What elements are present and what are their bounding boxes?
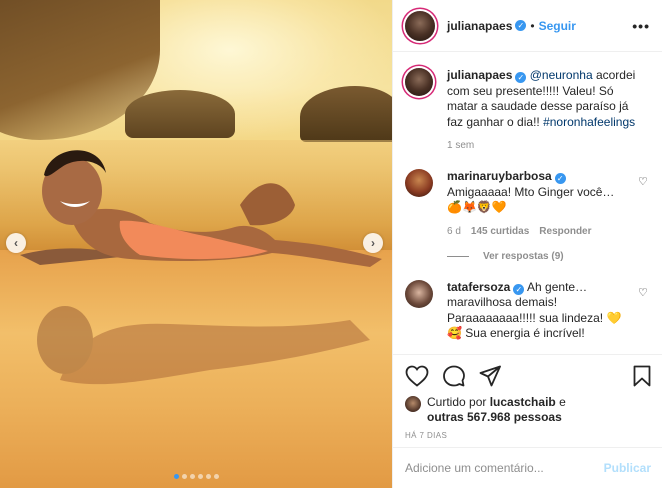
likes-prefix: Curtido por: [427, 395, 490, 409]
author-username[interactable]: julianapaes: [447, 19, 512, 33]
carousel-dot: [190, 474, 195, 479]
likes-summary: Curtido por lucastchaib e outras 567.968…: [405, 395, 651, 425]
post-header: julianapaes ✓ • Seguir •••: [393, 0, 662, 52]
liker-username[interactable]: lucastchaib: [490, 395, 556, 409]
likes-text: Curtido por lucastchaib e outras 567.968…: [427, 395, 566, 425]
woman-reflection: [37, 306, 370, 385]
carousel-dot: [206, 474, 211, 479]
woman-figure: [20, 150, 382, 267]
verified-badge-icon: ✓: [515, 72, 527, 83]
action-bar: [405, 363, 651, 389]
post-date[interactable]: HÁ 7 DIAS: [405, 431, 651, 440]
verified-badge-icon: ✓: [513, 283, 525, 295]
likes-middle: e: [555, 395, 566, 409]
header-separator: •: [530, 18, 535, 33]
carousel-dot: [182, 474, 187, 479]
bookmark-icon[interactable]: [633, 365, 651, 387]
share-send-icon[interactable]: [479, 365, 501, 387]
comment-text: tatafersoza ✓ Ah gente… maravilhosa demai…: [447, 280, 637, 342]
chevron-right-icon: ›: [371, 236, 375, 250]
replies-divider: [447, 255, 469, 257]
chevron-left-icon: ‹: [14, 236, 18, 250]
reply-button[interactable]: Responder: [539, 226, 591, 237]
comment-like-heart-icon[interactable]: ♡: [638, 286, 649, 299]
view-replies-label: Ver respostas (9): [483, 250, 564, 262]
commenter-username[interactable]: tatafersoza: [447, 280, 510, 294]
comment-likes[interactable]: 145 curtidas: [471, 226, 529, 237]
verified-badge-icon: ✓: [515, 20, 527, 31]
post-actions: Curtido por lucastchaib e outras 567.968…: [393, 354, 662, 440]
caption-text: julianapaes ✓ @neuronha acordei com seu p…: [447, 68, 637, 130]
liker-avatar[interactable]: [405, 396, 421, 412]
view-replies-button[interactable]: Ver respostas (9): [447, 251, 651, 262]
rock-left: [125, 90, 235, 138]
author-avatar[interactable]: [405, 10, 435, 41]
carousel-dot: [174, 474, 179, 479]
more-options-icon[interactable]: •••: [632, 18, 650, 34]
caption-mention[interactable]: @neuronha: [530, 68, 593, 82]
commenter-username[interactable]: marinaruybarbosa: [447, 169, 552, 183]
follow-button[interactable]: Seguir: [539, 19, 576, 33]
post-photo[interactable]: ‹ ›: [0, 0, 392, 488]
likes-others[interactable]: outras 567.968 pessoas: [427, 410, 562, 424]
comment-text: marinaruybarbosa ✓ Amigaaaaa! Mto Ginger …: [447, 169, 637, 216]
previous-slide-button[interactable]: ‹: [6, 233, 26, 253]
comment-time[interactable]: 6 d: [447, 226, 461, 237]
comment-item: tatafersoza ✓ Ah gente… maravilhosa demai…: [405, 279, 651, 342]
caption-hashtag[interactable]: #noronhafeelings: [543, 115, 635, 129]
commenter-avatar[interactable]: [405, 169, 433, 197]
comment-emoji: 🍊🦊🦁🧡: [447, 200, 507, 214]
comment-item: marinaruybarbosa ✓ Amigaaaaa! Mto Ginger …: [405, 169, 651, 237]
caption-username[interactable]: julianapaes: [447, 68, 512, 82]
next-slide-button[interactable]: ›: [363, 233, 383, 253]
verified-badge-icon: ✓: [554, 173, 566, 184]
add-comment-bar: Publicar: [393, 447, 662, 488]
comment-meta: 6 d 145 curtidas Responder: [447, 226, 637, 237]
caption-meta: 1 sem: [447, 140, 637, 151]
carousel-dot: [214, 474, 219, 479]
comment-input[interactable]: [405, 461, 604, 475]
comment-bubble-icon[interactable]: [443, 365, 465, 387]
caption-time[interactable]: 1 sem: [447, 140, 474, 151]
caption-avatar[interactable]: [405, 68, 433, 96]
commenter-avatar[interactable]: [405, 279, 433, 308]
publish-button[interactable]: Publicar: [604, 461, 651, 475]
comment-like-heart-icon[interactable]: ♡: [638, 175, 649, 188]
caption: julianapaes ✓ @neuronha acordei com seu p…: [405, 68, 651, 151]
comments-list[interactable]: julianapaes ✓ @neuronha acordei com seu p…: [393, 52, 662, 354]
carousel-dot: [198, 474, 203, 479]
carousel-indicator: [174, 474, 219, 479]
post-side-panel: julianapaes ✓ • Seguir ••• julianapaes ✓ …: [392, 0, 662, 488]
like-heart-icon[interactable]: [405, 365, 429, 387]
comment-body: Amigaaaaa! Mto Ginger você…: [447, 184, 615, 199]
